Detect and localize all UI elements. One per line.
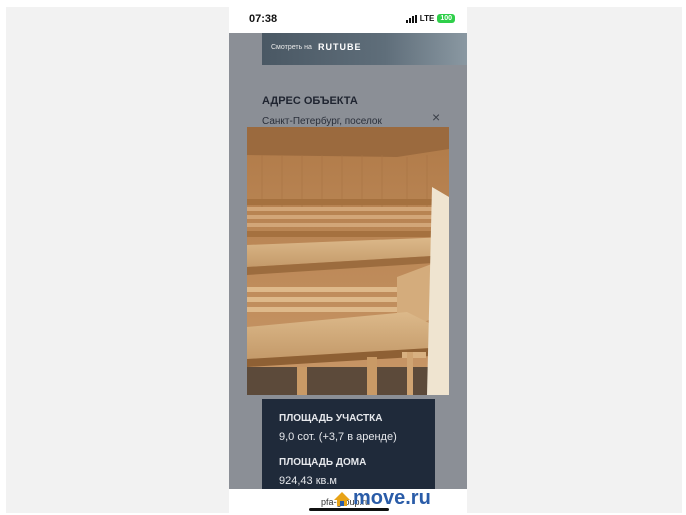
move-brand-text: move.ru [353,487,431,509]
address-text: Санкт-Петербург, поселок [262,116,382,127]
plot-area-label: ПЛОЩАДЬ УЧАСТКА [279,413,383,424]
sauna-photo[interactable] [247,127,449,395]
house-area-value: 924,43 кв.м [279,475,337,487]
network-type: LTE [419,14,435,23]
move-watermark: move.ru [333,487,431,510]
house-logo-icon [334,491,350,506]
status-bar: 07:38 LTE 100 [229,7,467,33]
rutube-logo: RUTUBE [318,42,362,52]
close-icon[interactable]: × [432,109,440,125]
plot-area-value: 9,0 сот. (+3,7 в аренде) [279,431,397,443]
watch-on-label: Смотреть на [271,44,312,51]
signal-icon [405,14,417,23]
house-area-label: ПЛОЩАДЬ ДОМА [279,457,367,468]
status-time: 07:38 [249,13,278,25]
sauna-image [247,127,449,395]
status-indicators: LTE 100 [405,14,455,23]
video-banner[interactable]: Смотреть на RUTUBE [262,33,467,65]
battery-icon: 100 [437,14,455,23]
address-title: АДРЕС ОБЪЕКТА [262,95,358,107]
